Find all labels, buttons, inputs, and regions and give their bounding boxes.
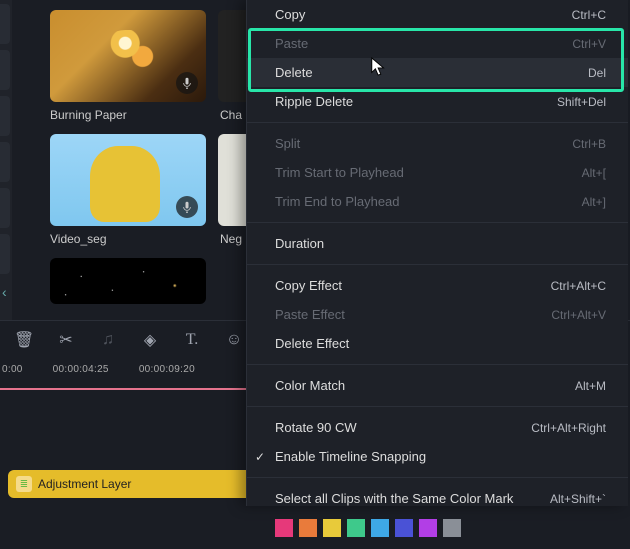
trash-icon[interactable]: 🗑 [14,330,34,350]
ctx-ripple-delete[interactable]: Ripple DeleteShift+Del [247,87,628,116]
ruler-tick: 00:00:04:25 [53,364,109,375]
timeline-toolbar: 🗑 ✂ ♫ ◈ T. ☺ [14,330,244,350]
color-swatch[interactable] [371,519,389,537]
ctx-delete[interactable]: DeleteDel [247,58,628,87]
color-swatch[interactable] [275,519,293,537]
scissors-icon[interactable]: ✂ [56,330,76,350]
ctx-copy[interactable]: CopyCtrl+C [247,0,628,29]
color-swatch[interactable] [323,519,341,537]
ctx-trim-start: Trim Start to PlayheadAlt+[ [247,158,628,187]
media-thumbnail[interactable] [50,134,206,226]
ctx-delete-effect[interactable]: Delete Effect [247,329,628,358]
music-icon[interactable]: ♫ [98,331,118,349]
clip-label: Adjustment Layer [38,477,131,491]
ctx-paste-effect: Paste EffectCtrl+Alt+V [247,300,628,329]
ctx-rotate-90[interactable]: Rotate 90 CWCtrl+Alt+Right [247,413,628,442]
layers-icon: ≣ [16,476,32,492]
ctx-separator [247,122,628,123]
timeline-ruler[interactable]: 0:00 00:00:04:25 00:00:09:20 [0,362,246,390]
ctx-separator [247,406,628,407]
ctx-duration[interactable]: Duration [247,229,628,258]
ctx-copy-effect[interactable]: Copy EffectCtrl+Alt+C [247,271,628,300]
ctx-separator [247,477,628,478]
microphone-icon [176,196,198,218]
ctx-split: SplitCtrl+B [247,129,628,158]
ctx-snapping[interactable]: ✓Enable Timeline Snapping [247,442,628,471]
media-label: Neg [220,232,242,246]
media-library: Burning Paper Cha Video_seg Neg [14,0,246,320]
ctx-separator [247,222,628,223]
media-thumbnail[interactable] [50,10,206,102]
ruler-tick: 0:00 [2,364,23,375]
ctx-color-match[interactable]: Color MatchAlt+M [247,371,628,400]
chevron-left-icon[interactable]: ‹ [2,284,7,300]
ctx-paste: PasteCtrl+V [247,29,628,58]
ctx-select-same-color[interactable]: Select all Clips with the Same Color Mar… [247,484,628,513]
left-tab[interactable] [0,142,10,182]
media-thumbnail[interactable] [50,258,206,304]
draw-icon[interactable]: ☺ [224,331,244,349]
ctx-trim-end: Trim End to PlayheadAlt+] [247,187,628,216]
media-label: Cha [220,108,242,122]
media-label: Burning Paper [50,108,127,122]
context-menu: CopyCtrl+C PasteCtrl+V DeleteDel Ripple … [246,0,628,506]
microphone-icon [176,72,198,94]
color-swatch[interactable] [299,519,317,537]
ruler-tick: 00:00:09:20 [139,364,195,375]
color-swatch[interactable] [443,519,461,537]
ctx-separator [247,264,628,265]
left-tab-strip [0,0,12,320]
ctx-separator [247,364,628,365]
color-swatch[interactable] [347,519,365,537]
left-tab[interactable] [0,4,10,44]
left-tab[interactable] [0,96,10,136]
tag-icon[interactable]: ◈ [140,330,160,350]
timeline-clip[interactable]: ≣ Adjustment Layer [8,470,280,498]
left-tab[interactable] [0,188,10,228]
color-mark-swatches [247,513,628,549]
color-swatch[interactable] [395,519,413,537]
color-swatch[interactable] [419,519,437,537]
check-icon: ✓ [255,450,265,464]
left-tab[interactable] [0,50,10,90]
left-tab[interactable] [0,234,10,274]
media-label: Video_seg [50,232,107,246]
text-icon[interactable]: T. [182,331,202,349]
